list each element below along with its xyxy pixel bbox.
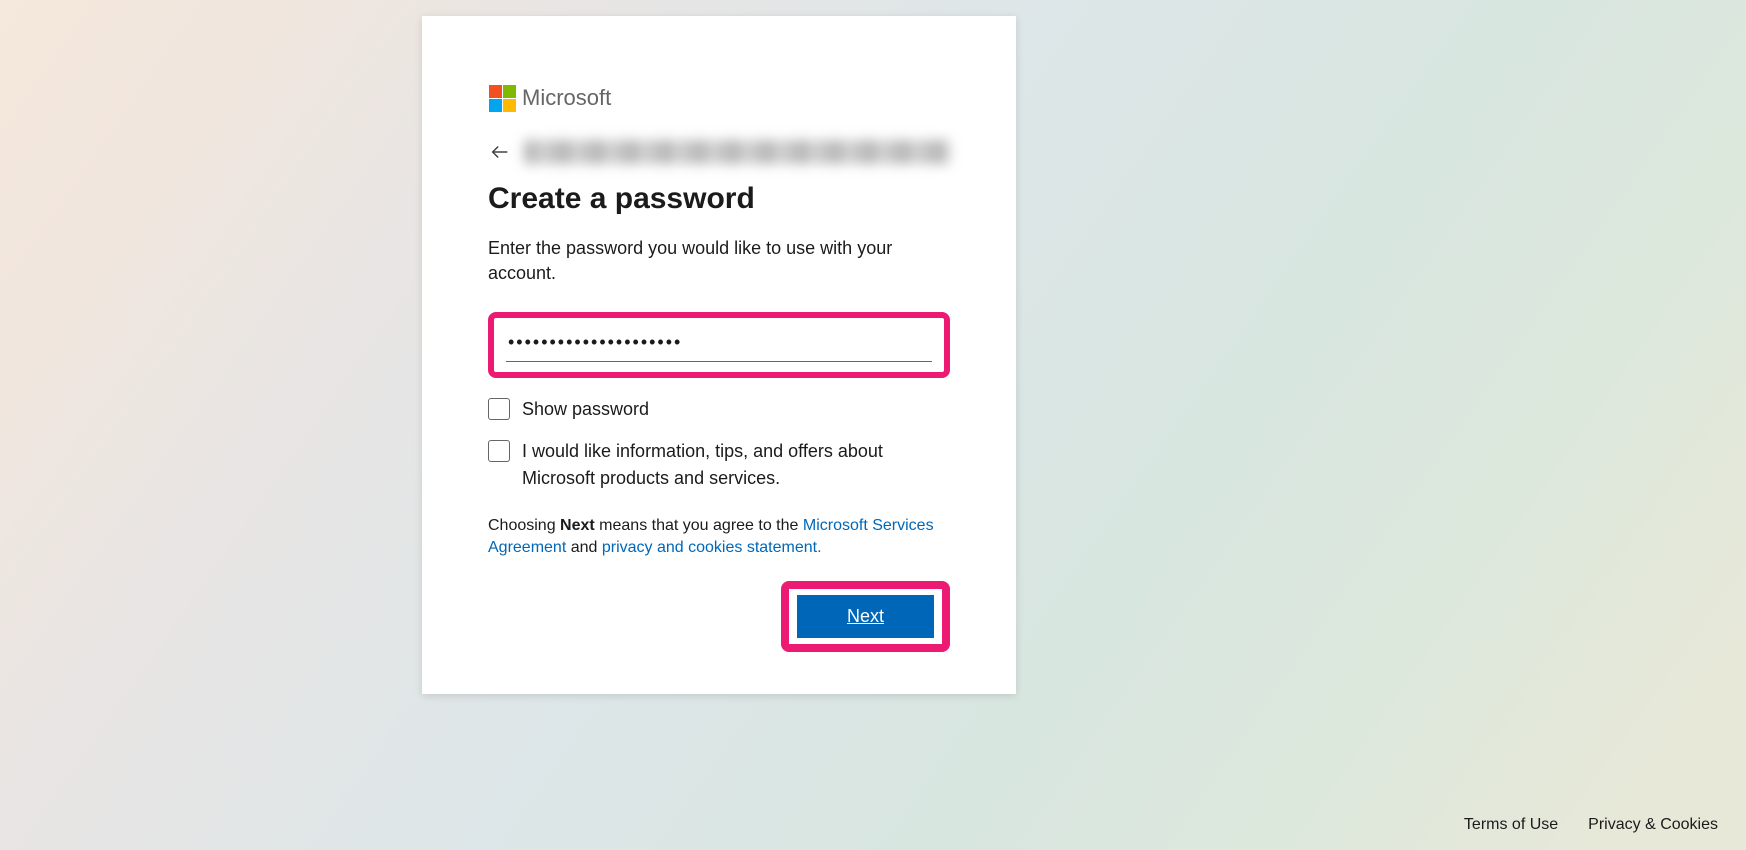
legal-text: Choosing Next means that you agree to th… — [488, 515, 950, 560]
microsoft-logo-icon — [488, 84, 516, 112]
footer-links: Terms of Use Privacy & Cookies — [1464, 816, 1718, 834]
marketing-optin-label: I would like information, tips, and offe… — [522, 438, 950, 490]
account-identity-redacted — [524, 140, 950, 164]
page-subtitle: Enter the password you would like to use… — [488, 236, 950, 286]
next-button[interactable]: Next — [797, 595, 934, 638]
show-password-checkbox[interactable] — [488, 398, 510, 420]
privacy-link[interactable]: Privacy & Cookies — [1588, 816, 1718, 834]
terms-link[interactable]: Terms of Use — [1464, 816, 1558, 834]
password-field-highlight — [488, 312, 950, 378]
password-input[interactable] — [506, 328, 932, 362]
page-title: Create a password — [488, 182, 950, 216]
button-row: Next — [488, 581, 950, 652]
back-arrow-icon[interactable] — [488, 140, 512, 164]
privacy-statement-link[interactable]: privacy and cookies statement. — [602, 539, 822, 556]
signup-card: Microsoft Create a password Enter the pa… — [422, 16, 1016, 694]
next-button-highlight: Next — [781, 581, 950, 652]
brand-name: Microsoft — [522, 85, 611, 111]
identity-row — [488, 140, 950, 164]
show-password-label: Show password — [522, 396, 649, 422]
marketing-optin-checkbox[interactable] — [488, 440, 510, 462]
brand-row: Microsoft — [488, 84, 950, 112]
